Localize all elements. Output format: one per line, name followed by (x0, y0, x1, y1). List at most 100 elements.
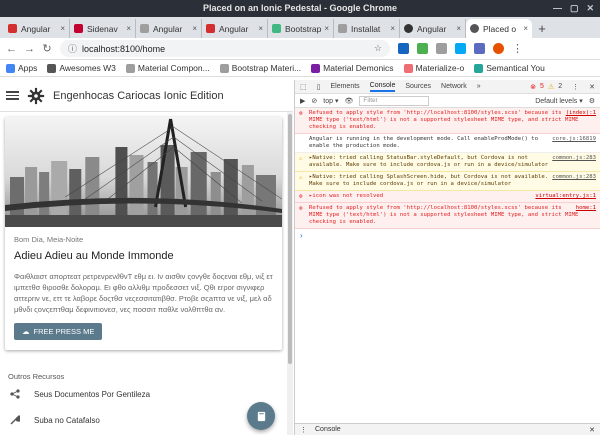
extension-d-icon[interactable] (474, 43, 485, 54)
browser-tab[interactable]: Angular × (4, 19, 70, 38)
sidebar-toggle-icon[interactable]: ▶ (300, 97, 305, 105)
drawer-menu-icon[interactable]: ⋮ (300, 426, 307, 434)
tab-favicon-icon (8, 24, 17, 33)
back-icon[interactable]: ← (6, 43, 17, 55)
city-bridge-photo (5, 117, 282, 227)
close-tab-icon[interactable]: × (523, 24, 528, 33)
close-tab-icon[interactable]: × (324, 24, 329, 33)
extension-s-icon[interactable] (436, 43, 447, 54)
devtools-panel: ⬚ ▯ Elements Console Sources Network » ⊗… (294, 80, 600, 435)
context-select[interactable]: top ▾ (323, 97, 338, 105)
message-text: Refused to apply style from 'http://loca… (309, 110, 579, 130)
hamburger-menu-icon[interactable] (6, 91, 19, 100)
content-scrollbar[interactable] (287, 112, 293, 435)
bookmark-item[interactable]: Awesomes W3 (47, 63, 116, 73)
message-text: Refused to apply style from 'http://loca… (309, 205, 579, 225)
inspect-icon[interactable]: ⬚ (300, 83, 307, 91)
close-tab-icon[interactable]: × (126, 24, 131, 33)
message-source[interactable]: common.js:283 (552, 174, 596, 181)
free-press-label: FREE PRESS ME (33, 327, 95, 336)
devtools-close-icon[interactable]: ✕ (589, 83, 595, 91)
floating-action-button[interactable] (247, 402, 275, 430)
devtools-menu-icon[interactable]: ⋮ (572, 83, 579, 91)
tab-favicon-icon (206, 24, 215, 33)
bookmark-item[interactable]: Material Compon... (125, 63, 210, 73)
close-tab-icon[interactable]: × (258, 24, 263, 33)
drawer-tab-console[interactable]: Console (315, 426, 341, 433)
console-settings-icon[interactable]: ⚙ (589, 97, 595, 105)
tab-more[interactable]: » (477, 83, 481, 90)
apps-grid-icon (6, 63, 15, 73)
profile-avatar[interactable] (493, 43, 504, 54)
console-message[interactable]: ⊗ virtual:entry.js:1 ▸icon was not resolve… (295, 191, 600, 203)
new-tab-button[interactable]: + (534, 20, 550, 38)
console-message[interactable]: ⚠ common.js:283 ▸Native: tried calling Spl… (295, 172, 600, 191)
browser-tab[interactable]: Angular × (400, 19, 466, 38)
list-item[interactable]: Suba no Catafalso (0, 407, 287, 433)
tab-sources[interactable]: Sources (405, 83, 431, 90)
console-toolbar: ▶ ⊘ top ▾ 👁 Filter Default levels ▾ ⚙ (295, 94, 600, 108)
close-tab-icon[interactable]: × (192, 24, 197, 33)
reload-icon[interactable]: ↻ (42, 42, 52, 55)
close-tab-icon[interactable]: × (456, 24, 461, 33)
tab-network[interactable]: Network (441, 83, 467, 90)
extension-i-icon[interactable] (455, 43, 466, 54)
tab-favicon-icon (140, 24, 149, 33)
url-input[interactable]: ⓘ localhost:8100/home ☆ (60, 40, 390, 57)
bookmark-item[interactable]: Material Demonics (311, 63, 394, 73)
tab-console[interactable]: Console (369, 82, 396, 92)
issue-counts[interactable]: ⊗ 5 ⚠ 2 (530, 83, 562, 91)
drawer-close-icon[interactable]: ✕ (589, 426, 595, 434)
browser-tab[interactable]: Angular × (202, 19, 268, 38)
info-icon[interactable]: ⓘ (68, 42, 77, 55)
warning-count: 2 (558, 83, 563, 90)
log-levels-select[interactable]: Default levels ▾ (535, 97, 582, 105)
maximize-icon[interactable]: ▢ (570, 0, 579, 17)
app-title: Engenhocas Cariocas Ionic Edition (53, 89, 224, 102)
tab-favicon-icon (272, 24, 281, 33)
close-tab-icon[interactable]: × (390, 24, 395, 33)
extension-f-icon[interactable] (417, 43, 428, 54)
scrollbar-thumb[interactable] (288, 114, 292, 364)
bookmark-item[interactable]: Semantical You (474, 63, 545, 73)
tab-elements[interactable]: Elements (330, 83, 359, 90)
error-count-icon: ⊗ (530, 83, 537, 91)
free-press-button[interactable]: ☁ FREE PRESS ME (14, 323, 103, 340)
clear-console-icon[interactable]: ⊘ (311, 97, 317, 105)
tab-favicon-icon (470, 24, 479, 33)
filter-input[interactable]: Filter (359, 95, 430, 106)
console-message[interactable]: ⚠ common.js:283 ▸Native: tried calling Sta… (295, 153, 600, 172)
console-message[interactable]: ⊗ (index):1 Refused to apply style from 'h… (295, 108, 600, 134)
bookmark-star-icon[interactable]: ☆ (374, 43, 382, 54)
message-text: ▸Native: tried calling StatusBar.styleDe… (309, 155, 549, 168)
card-title: Adieu Adieu au Monde Immonde (14, 250, 174, 262)
browser-tab-active[interactable]: Placed o × (466, 19, 532, 38)
card-subtitle: Bom Dia, Meia-Noite (14, 235, 84, 244)
close-tab-icon[interactable]: × (60, 24, 65, 33)
browser-tab[interactable]: Bootstrap × (268, 19, 334, 38)
browser-tab[interactable]: Sidenav × (70, 19, 136, 38)
tab-favicon-icon (74, 24, 83, 33)
message-source[interactable]: home:1 (576, 205, 596, 212)
bookmark-item[interactable]: Bootstrap Materi... (219, 63, 301, 73)
device-toggle-icon[interactable]: ▯ (317, 83, 321, 91)
eye-icon[interactable]: 👁 (344, 97, 353, 105)
forward-icon[interactable]: → (24, 43, 35, 55)
console-message[interactable]: core.js:16819 Angular is running in the d… (295, 134, 600, 153)
bookmark-item[interactable]: Apps (6, 63, 37, 73)
message-source[interactable]: (index):1 (566, 110, 596, 117)
bookmark-item[interactable]: Materialize-o (403, 63, 464, 73)
message-source[interactable]: core.js:16819 (552, 136, 596, 143)
console-message[interactable]: ⊗ home:1 Refused to apply style from 'http… (295, 203, 600, 229)
message-source[interactable]: common.js:283 (552, 155, 596, 162)
close-window-icon[interactable]: ✕ (586, 0, 594, 17)
section-label: Outros Recursos (8, 372, 65, 381)
extension-v-icon[interactable] (398, 43, 409, 54)
more-menu-icon[interactable]: ⋮ (512, 42, 523, 55)
browser-tab[interactable]: Angular × (136, 19, 202, 38)
browser-tab[interactable]: Installat × (334, 19, 400, 38)
message-source[interactable]: virtual:entry.js:1 (535, 193, 596, 200)
minimize-icon[interactable]: — (553, 0, 562, 17)
list-item[interactable]: Seus Documentos Por Gentileza (0, 381, 287, 407)
console-prompt[interactable]: › (295, 229, 600, 242)
